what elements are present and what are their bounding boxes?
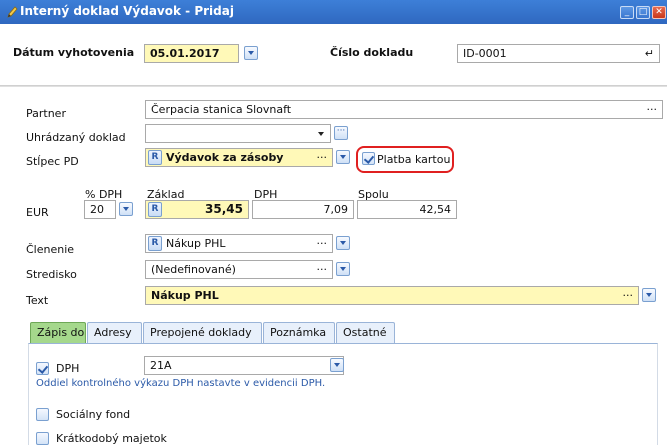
vat-rate-field[interactable]: 20 [84, 200, 116, 219]
dph-label: DPH [56, 362, 80, 375]
date-value: 05.01.2017 [150, 47, 220, 60]
clenenie-field[interactable]: R Nákup PHL ··· [145, 234, 333, 253]
stlpec-value: Výdavok za zásoby [166, 151, 284, 164]
partner-label: Partner [26, 107, 66, 120]
number-label: Číslo dokladu [330, 46, 414, 59]
dph-section-field[interactable]: 21A [144, 356, 344, 375]
partner-value: Čerpacia stanica Slovnaft [151, 103, 292, 116]
partner-ellipsis-icon[interactable]: ··· [647, 103, 658, 116]
stredisko-field[interactable]: (Nedefinované) ··· [145, 260, 333, 279]
close-button[interactable]: ✕ [652, 6, 666, 19]
tab-adresy[interactable]: Adresy [87, 322, 142, 343]
text-dropdown-button[interactable] [642, 288, 656, 302]
stredisko-ellipsis-icon[interactable]: ··· [317, 263, 328, 276]
date-label: Dátum vyhotovenia [13, 46, 135, 59]
stlpec-dropdown-button[interactable] [336, 150, 350, 164]
zaklad-r-badge: R [148, 202, 162, 217]
text-label: Text [26, 294, 49, 307]
date-field[interactable]: 05.01.2017 [144, 44, 239, 63]
uhradzany-chevron-down-icon[interactable] [318, 132, 324, 136]
partner-field[interactable]: Čerpacia stanica Slovnaft ··· [145, 100, 663, 119]
dph-section-value: 21A [150, 359, 172, 372]
dph-value: 7,09 [323, 203, 349, 216]
text-ellipsis-icon[interactable]: ··· [623, 289, 634, 302]
stlpec-r-badge: R [148, 150, 162, 165]
zaklad-field[interactable]: R 35,45 [145, 200, 249, 219]
clenenie-label: Členenie [26, 243, 75, 256]
dph-section-dropdown-button[interactable] [330, 358, 344, 372]
header-section: Dátum vyhotovenia 05.01.2017 Číslo dokla… [0, 24, 667, 86]
vat-rate-dropdown-button[interactable] [119, 202, 133, 216]
dph-note: Oddiel kontrolného výkazu DPH nastavte v… [36, 378, 326, 389]
kratkodoby-majetok-checkbox[interactable] [36, 432, 49, 445]
uhradzany-ellipsis-button[interactable]: ··· [334, 126, 348, 140]
clenenie-ellipsis-icon[interactable]: ··· [317, 237, 328, 250]
dph-field[interactable]: 7,09 [252, 200, 354, 219]
kratkodoby-majetok-label: Krátkodobý majetok [56, 432, 167, 445]
pencil-icon [7, 6, 18, 18]
window-titlebar: Interný doklad Výdavok - Pridaj _ □ ✕ [0, 0, 667, 24]
spolu-field[interactable]: 42,54 [357, 200, 457, 219]
text-field[interactable]: Nákup PHL ··· [145, 286, 639, 305]
divider [0, 86, 667, 87]
currency-label: EUR [26, 206, 49, 219]
socialny-fond-label: Sociálny fond [56, 408, 131, 421]
clenenie-value: Nákup PHL [166, 237, 226, 250]
uhradzany-label: Uhrádzaný doklad [26, 131, 126, 144]
vat-rate-value: 20 [90, 203, 104, 216]
stredisko-dropdown-button[interactable] [336, 262, 350, 276]
number-value: ID-0001 [463, 47, 507, 60]
zaklad-value: 35,45 [205, 202, 243, 216]
socialny-fond-checkbox[interactable] [36, 408, 49, 421]
tab-zapis-do[interactable]: Zápis do [30, 322, 86, 343]
stredisko-value: (Nedefinované) [151, 263, 236, 276]
clenenie-dropdown-button[interactable] [336, 236, 350, 250]
enter-icon[interactable]: ↵ [645, 47, 654, 60]
stlpec-field[interactable]: R Výdavok za zásoby ··· [145, 148, 333, 167]
minimize-button[interactable]: _ [620, 6, 634, 19]
text-value: Nákup PHL [151, 289, 219, 302]
date-dropdown-button[interactable] [244, 46, 258, 60]
stredisko-label: Stredisko [26, 268, 77, 281]
stlpec-label: Stĺpec PD [26, 155, 79, 168]
uhradzany-field[interactable] [145, 124, 331, 143]
tab-poznamka[interactable]: Poznámka [263, 322, 335, 343]
tab-ostatne[interactable]: Ostatné [336, 322, 395, 343]
maximize-button[interactable]: □ [636, 6, 650, 19]
dph-checkbox[interactable] [36, 362, 49, 375]
window-title: Interný doklad Výdavok - Pridaj [20, 4, 234, 18]
spolu-value: 42,54 [419, 203, 452, 216]
number-field[interactable]: ID-0001 ↵ [457, 44, 660, 63]
tab-prepojene-doklady[interactable]: Prepojené doklady [143, 322, 262, 343]
stlpec-ellipsis-icon[interactable]: ··· [317, 151, 328, 164]
clenenie-r-badge: R [148, 236, 162, 251]
highlight-annotation [356, 146, 454, 173]
